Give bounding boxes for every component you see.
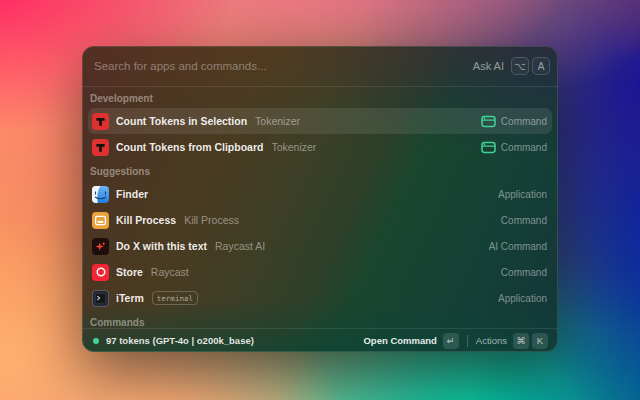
list-item[interactable]: Store Raycast Command	[88, 259, 552, 285]
search-input[interactable]: Search for apps and commands...	[94, 60, 473, 72]
item-title: Count Tokens from Clipboard	[116, 141, 263, 153]
search-bar: Search for apps and commands... Ask AI ⌥…	[82, 46, 558, 86]
status-bar: 97 tokens (GPT-4o | o200k_base) Open Com…	[82, 328, 558, 352]
section-header-suggestions: Suggestions	[88, 160, 552, 181]
finder-icon	[92, 186, 109, 203]
kill-process-icon	[92, 212, 109, 229]
item-type: Command	[501, 116, 547, 127]
item-type: AI Command	[489, 241, 547, 252]
command-icon	[481, 115, 496, 128]
item-title: iTerm	[116, 292, 144, 304]
ask-ai-label: Ask AI	[473, 60, 504, 72]
item-type: Command	[501, 142, 547, 153]
enter-key-icon: ↵	[443, 333, 459, 349]
list-item[interactable]: Count Tokens in Selection Tokenizer Comman…	[88, 108, 552, 134]
item-title: Store	[116, 266, 143, 278]
section-header-commands: Commands	[88, 311, 552, 328]
command-icon	[481, 141, 496, 154]
option-key-icon: ⌥	[511, 57, 529, 75]
a-key-icon: A	[532, 57, 550, 75]
ask-ai[interactable]: Ask AI ⌥ A	[473, 57, 550, 75]
item-subtitle: Raycast AI	[215, 240, 265, 252]
item-type: Command	[501, 267, 547, 278]
list-item[interactable]: iTerm terminal Application	[88, 285, 552, 311]
status-dot-icon	[93, 338, 99, 344]
store-icon	[92, 264, 109, 281]
item-title: Do X with this text	[116, 240, 207, 252]
item-subtitle: Kill Process	[184, 214, 239, 226]
item-subtitle: Tokenizer	[255, 115, 300, 127]
item-type: Application	[498, 189, 547, 200]
item-type: Application	[498, 293, 547, 304]
tokenizer-icon	[92, 113, 109, 130]
list-item[interactable]: Kill Process Kill Process Command	[88, 207, 552, 233]
list-item[interactable]: Finder Application	[88, 181, 552, 207]
command-key-icon: ⌘	[513, 333, 529, 349]
item-title: Count Tokens in Selection	[116, 115, 247, 127]
results-list: Development Count Tokens in Selection Toke…	[82, 87, 558, 328]
item-title: Finder	[116, 188, 148, 200]
section-header-development: Development	[88, 87, 552, 108]
k-key-icon: K	[532, 333, 548, 349]
item-subtitle: Tokenizer	[271, 141, 316, 153]
tokenizer-icon	[92, 139, 109, 156]
open-command-button[interactable]: Open Command	[363, 335, 436, 346]
list-item[interactable]: Do X with this text Raycast AI AI Command	[88, 233, 552, 259]
raycast-ai-icon	[92, 238, 109, 255]
iterm-icon	[92, 290, 109, 307]
list-item[interactable]: Count Tokens from Clipboard Tokenizer Comm…	[88, 134, 552, 160]
item-subtitle: Raycast	[151, 266, 189, 278]
item-type: Command	[501, 215, 547, 226]
raycast-window: Search for apps and commands... Ask AI ⌥…	[82, 46, 558, 352]
actions-button[interactable]: Actions	[476, 335, 507, 346]
item-tag: terminal	[152, 291, 198, 305]
item-title: Kill Process	[116, 214, 176, 226]
status-result: 97 tokens (GPT-4o | o200k_base)	[106, 335, 363, 346]
statusbar-separator	[467, 335, 468, 347]
